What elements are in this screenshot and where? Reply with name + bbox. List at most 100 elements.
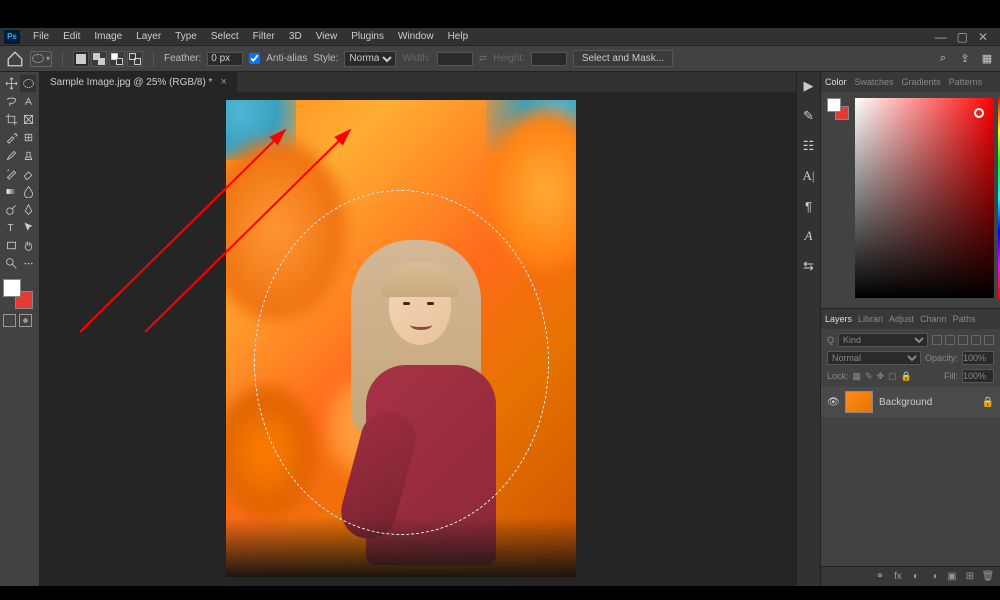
filter-adjustment-icon[interactable] [945,335,955,345]
delete-layer-icon[interactable]: 🗑 [982,571,994,583]
menu-select[interactable]: Select [204,29,246,44]
brush-settings-icon[interactable]: ✎ [801,108,817,124]
layer-filter-select[interactable]: Kind [838,333,928,347]
share-icon[interactable]: ⇪ [958,52,972,66]
workspace-icon[interactable]: ▦ [980,52,994,66]
lock-all-icon[interactable]: 🔒 [901,371,912,382]
tab-patterns[interactable]: Patterns [949,77,983,87]
minimize-icon[interactable]: — [935,30,947,44]
filter-smart-icon[interactable] [984,335,994,345]
lock-transparent-icon[interactable]: ▦ [853,371,862,382]
adjustment-layer-icon[interactable]: ◑ [928,571,940,583]
layer-item-background[interactable]: 👁 Background 🔒 [821,387,1000,417]
new-layer-icon[interactable]: ⊞ [964,571,976,583]
screen-mode-icon[interactable] [3,314,16,327]
filter-shape-icon[interactable] [971,335,981,345]
tab-swatches[interactable]: Swatches [855,77,894,87]
selection-new-button[interactable] [73,51,89,67]
layer-thumbnail[interactable] [845,391,873,413]
style-select[interactable]: Normal [344,51,396,67]
zoom-tool[interactable] [3,255,19,272]
menu-file[interactable]: File [26,29,56,44]
selection-intersect-button[interactable] [127,51,143,67]
tab-gradients[interactable]: Gradients [902,77,941,87]
properties-icon[interactable]: ⇆ [801,258,817,274]
filter-pixel-icon[interactable] [932,335,942,345]
quick-selection-tool[interactable] [20,93,36,110]
edit-toolbar[interactable] [20,255,36,272]
select-and-mask-button[interactable]: Select and Mask... [573,50,673,67]
antialias-checkbox[interactable] [249,53,260,64]
menu-image[interactable]: Image [87,29,129,44]
close-icon[interactable]: ✕ [978,30,988,44]
tab-paths[interactable]: Paths [953,314,976,324]
blur-tool[interactable] [20,183,36,200]
quick-mask-icon[interactable] [19,314,32,327]
selection-add-button[interactable] [91,51,107,67]
lock-artboard-icon[interactable]: ▢ [888,371,897,382]
eyedropper-tool[interactable] [3,129,19,146]
opacity-input[interactable] [962,351,994,365]
glyphs-icon[interactable]: A [801,228,817,244]
move-tool[interactable] [3,75,19,92]
brush-tool[interactable] [3,147,19,164]
hand-tool[interactable] [20,237,36,254]
menu-bar: Ps File Edit Image Layer Type Select Fil… [0,28,1000,46]
tab-color[interactable]: Color [825,77,847,87]
type-tool[interactable]: T [3,219,19,236]
menu-type[interactable]: Type [168,29,204,44]
tab-libraries[interactable]: Librari [858,314,883,324]
marquee-tool[interactable] [20,75,36,92]
gradient-tool[interactable] [3,183,19,200]
tab-close-icon[interactable]: × [220,76,226,88]
menu-window[interactable]: Window [391,29,441,44]
group-icon[interactable]: ▣ [946,571,958,583]
menu-view[interactable]: View [309,29,345,44]
pen-tool[interactable] [20,201,36,218]
menu-3d[interactable]: 3D [282,29,309,44]
play-icon[interactable]: ▶ [801,78,817,94]
layer-style-icon[interactable]: fx [892,571,904,583]
frame-tool[interactable] [20,111,36,128]
link-layers-icon[interactable]: ⚭ [874,571,886,583]
color-swatches[interactable] [3,279,33,309]
rectangle-tool[interactable] [3,237,19,254]
crop-tool[interactable] [3,111,19,128]
history-brush-tool[interactable] [3,165,19,182]
path-selection-tool[interactable] [20,219,36,236]
fill-input[interactable] [962,369,994,383]
eraser-tool[interactable] [20,165,36,182]
blend-mode-select[interactable]: Normal [827,351,921,365]
layer-visibility-icon[interactable]: 👁 [827,397,839,408]
lock-position-icon[interactable]: ✥ [877,371,885,382]
color-picker[interactable] [855,98,994,298]
menu-edit[interactable]: Edit [56,29,87,44]
menu-help[interactable]: Help [441,29,476,44]
canvas[interactable] [226,100,576,577]
home-icon[interactable] [6,51,24,67]
tab-channels[interactable]: Chann [920,314,947,324]
menu-layer[interactable]: Layer [129,29,168,44]
color-mini-swatches[interactable] [827,98,849,120]
search-icon[interactable]: ⌕ [936,52,950,66]
layer-lock-icon[interactable]: 🔒 [982,397,994,408]
paragraph-icon[interactable]: ¶ [801,198,817,214]
filter-type-icon[interactable] [958,335,968,345]
menu-plugins[interactable]: Plugins [344,29,391,44]
healing-brush-tool[interactable] [20,129,36,146]
lock-pixels-icon[interactable]: ✎ [865,371,873,382]
tab-layers[interactable]: Layers [825,314,852,324]
character-icon[interactable]: A| [801,168,817,184]
tool-indicator-ellipse-marquee[interactable]: ▾ [30,51,52,67]
selection-subtract-button[interactable] [109,51,125,67]
maximize-icon[interactable]: ▢ [957,30,968,44]
tab-adjustments[interactable]: Adjust [889,314,914,324]
adjustments-icon[interactable]: ☷ [801,138,817,154]
layer-mask-icon[interactable]: ◐ [910,571,922,583]
feather-input[interactable] [207,52,243,66]
lasso-tool[interactable] [3,93,19,110]
dodge-tool[interactable] [3,201,19,218]
clone-stamp-tool[interactable] [20,147,36,164]
menu-filter[interactable]: Filter [246,29,282,44]
document-tab[interactable]: Sample Image.jpg @ 25% (RGB/8) * × [40,72,237,92]
